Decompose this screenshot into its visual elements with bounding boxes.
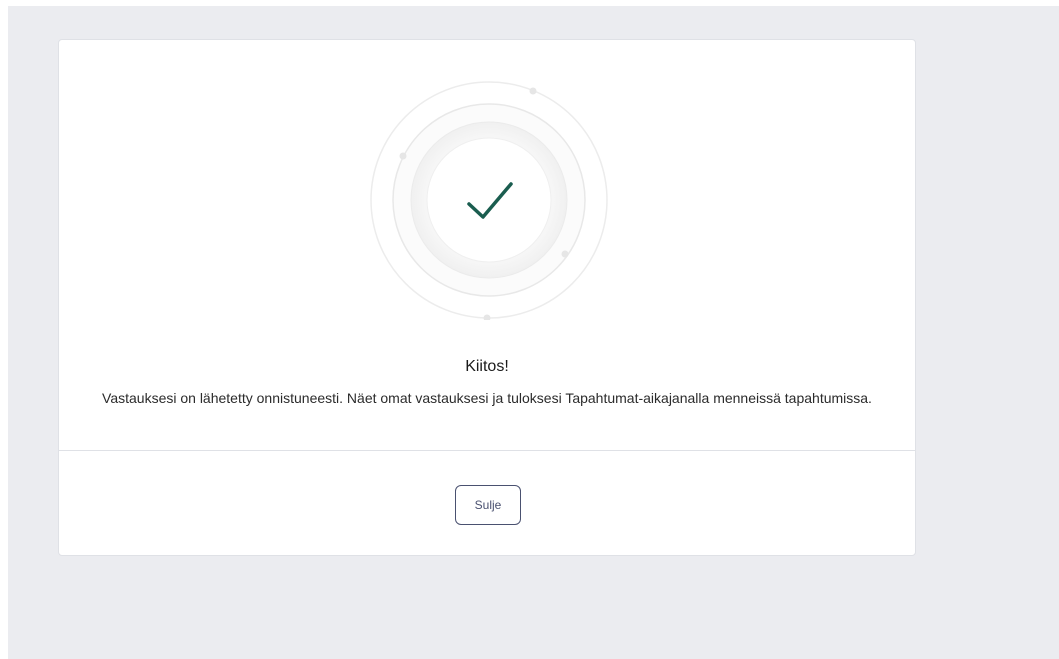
close-button[interactable]: Sulje xyxy=(455,485,521,525)
orbit-dot xyxy=(529,87,537,95)
success-dialog: Kiitos! Vastauksesi on lähetetty onnistu… xyxy=(58,39,916,556)
orbit-dot xyxy=(399,152,407,160)
dialog-message: Vastauksesi on lähetetty onnistuneesti. … xyxy=(102,390,872,406)
footer-divider xyxy=(59,450,915,451)
orbit-dot xyxy=(561,250,569,258)
success-illustration xyxy=(370,81,608,320)
dialog-title: Kiitos! xyxy=(465,358,509,375)
